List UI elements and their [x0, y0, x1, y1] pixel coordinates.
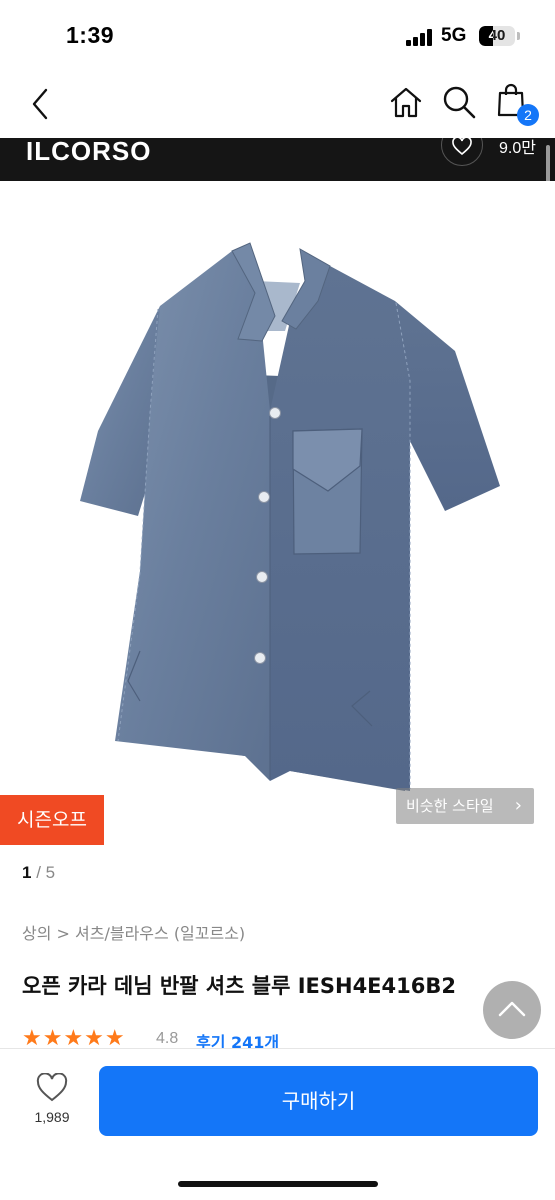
rating-score: 4.8	[156, 1030, 179, 1047]
heart-icon	[36, 1073, 68, 1102]
heart-icon	[452, 138, 472, 155]
status-bar: 1:39 5G 40	[0, 0, 555, 72]
signal-icon	[406, 29, 432, 46]
rating-stars: ★★★★★	[22, 1028, 126, 1050]
network-label: 5G	[441, 25, 467, 46]
rating-row: ★★★★★ 4.8 후기 241개	[22, 1028, 422, 1050]
similar-style-label: 비슷한 스타일	[406, 797, 494, 815]
status-time: 1:39	[66, 22, 115, 48]
battery-level: 40	[488, 27, 506, 44]
buy-button[interactable]: 구매하기	[99, 1066, 538, 1136]
back-button[interactable]	[24, 86, 60, 122]
brand-header[interactable]: ILCORSO 9.0만	[0, 138, 555, 181]
search-icon	[443, 86, 476, 119]
search-button[interactable]	[441, 84, 477, 120]
scroll-to-top-button[interactable]	[483, 981, 541, 1039]
pager-sep: /	[31, 863, 46, 882]
similar-style-button[interactable]: 비슷한 스타일 ›	[396, 788, 534, 824]
cart-button[interactable]: 2	[495, 82, 539, 126]
denim-shirt-illustration	[80, 242, 500, 791]
chevron-up-icon	[498, 1001, 526, 1017]
category-breadcrumb[interactable]: 상의 > 셔츠/블라우스 (일꼬르소)	[22, 920, 245, 944]
chevron-left-icon	[32, 88, 48, 120]
pager-total: 5	[45, 863, 56, 882]
image-pager: 1 / 5	[22, 863, 55, 883]
cart-badge: 2	[517, 104, 539, 126]
nav-bar: 2	[0, 72, 555, 138]
home-button[interactable]	[388, 84, 424, 120]
home-indicator	[178, 1181, 378, 1187]
brand-likes-count: 9.0만	[499, 140, 536, 157]
product-title: 오픈 카라 데님 반팔 셔츠 블루 IESH4E416B2	[22, 974, 456, 998]
brand-name[interactable]: ILCORSO	[26, 138, 151, 167]
battery-cap	[517, 32, 520, 40]
season-off-tag: 시즌오프	[0, 795, 104, 845]
bottom-action-bar: 1,989 구매하기	[0, 1048, 555, 1200]
brand-like-button[interactable]	[441, 138, 483, 166]
home-icon	[390, 87, 422, 118]
wishlist-button[interactable]: 1,989	[22, 1073, 82, 1135]
wishlist-count: 1,989	[34, 1109, 70, 1125]
product-image[interactable]	[0, 181, 555, 861]
chevron-right-icon: ›	[514, 795, 522, 816]
battery-icon: 40	[479, 26, 515, 46]
review-link[interactable]: 후기 241개	[196, 1029, 279, 1050]
